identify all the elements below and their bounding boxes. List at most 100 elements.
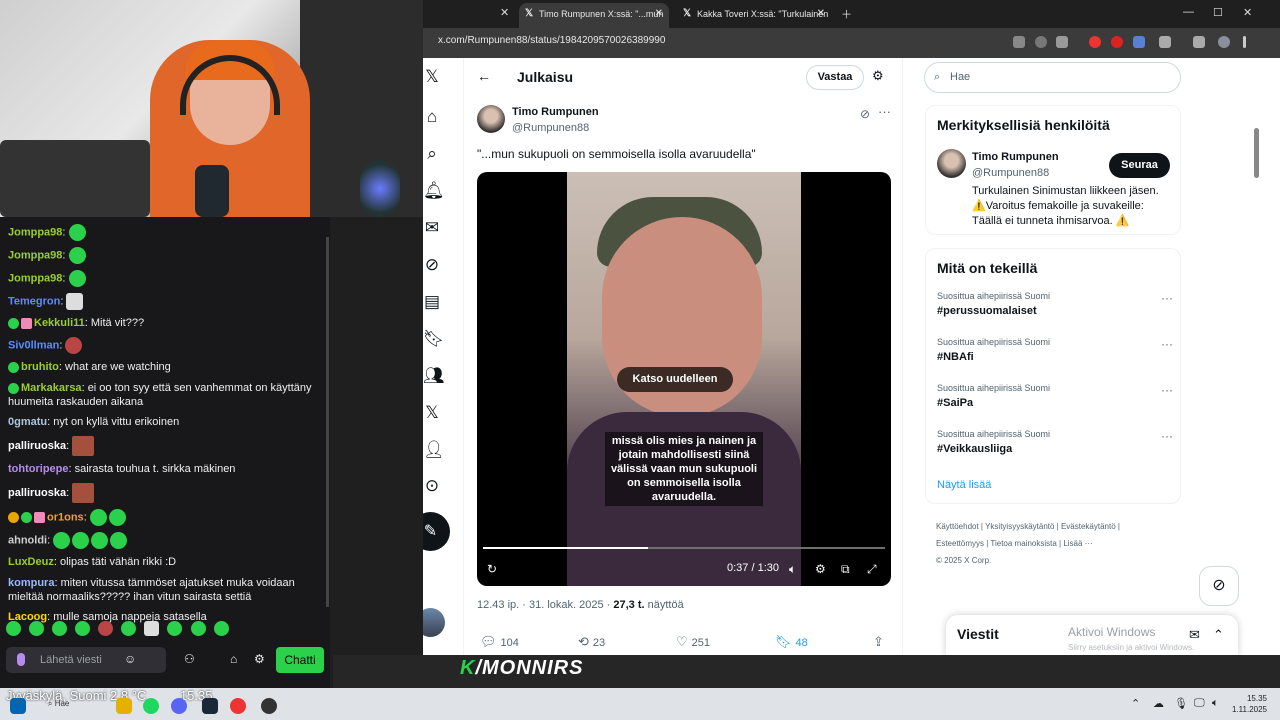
chat-input[interactable]: Lähetä viesti (6, 647, 166, 673)
volume-icon[interactable]: 🔈︎ (1212, 697, 1219, 710)
suggested-handle[interactable]: @Rumpunen88 (972, 167, 1049, 179)
settings-gear-icon[interactable]: ⚙ (815, 562, 826, 576)
chat-username[interactable]: bruhito (21, 361, 59, 373)
tray-app-icon[interactable]: ☁ (1153, 697, 1164, 710)
emote-shortcut[interactable] (190, 621, 206, 636)
bookmark-action[interactable]: 🔖︎ 48 (775, 634, 808, 650)
page-scrollbar[interactable] (1254, 128, 1259, 178)
emote-shortcut[interactable] (52, 621, 68, 636)
profile-icon[interactable]: 👤︎ (423, 441, 445, 459)
expand-icon[interactable]: ⌃ (1213, 627, 1224, 643)
premium-icon[interactable]: 𝕏 (423, 404, 441, 422)
obs-icon[interactable] (261, 698, 277, 714)
chat-settings-icon[interactable]: ⚙ (254, 652, 265, 666)
chat-badge-icon[interactable] (8, 317, 19, 329)
picture-in-picture-icon[interactable]: ⧉ (841, 562, 850, 577)
spotify-icon[interactable] (143, 698, 159, 714)
suggested-name[interactable]: Timo Rumpunen (972, 151, 1059, 163)
emote-shortcut[interactable] (98, 621, 114, 636)
tab-kakka-toveri[interactable]: 𝕏 Kakka Toveri X:ssä: "Turkulainen ✕ (677, 3, 831, 28)
chat-emote[interactable] (72, 532, 90, 549)
lists-icon[interactable]: ▤ (423, 293, 441, 311)
chat-username[interactable]: Kekkuli11 (34, 317, 85, 329)
chat-emote[interactable] (72, 436, 95, 456)
reply-settings-icon[interactable]: ⚙ (872, 68, 884, 84)
emote-shortcut[interactable] (6, 621, 21, 636)
show-more-link[interactable]: Näytä lisää (937, 479, 991, 491)
tab-timo-rumpunen[interactable]: 𝕏 Timo Rumpunen X:ssä: "...mun ✕ (519, 3, 669, 28)
author-handle[interactable]: @Rumpunen88 (512, 122, 589, 134)
author-avatar[interactable] (477, 105, 505, 133)
new-tab-icon[interactable]: ＋ (841, 6, 852, 22)
emote-picker-icon[interactable]: ☺ (124, 652, 136, 666)
cast-icon[interactable] (1013, 36, 1025, 48)
chat-emote[interactable] (68, 270, 86, 287)
share-action[interactable]: ⇪ (873, 634, 888, 650)
trend-item[interactable]: Suosittua aihepiirissä Suomi #perussuomal… (937, 291, 1173, 317)
chat-badge-icon[interactable] (8, 512, 19, 523)
trend-hashtag[interactable]: #Veikkausliiga (937, 443, 1173, 455)
trend-hashtag[interactable]: #NBAfi (937, 351, 1173, 363)
author-name[interactable]: Timo Rumpunen (512, 106, 599, 118)
trend-item[interactable]: Suosittua aihepiirissä Suomi #NBAfi ··· (937, 337, 1173, 363)
profile-avatar-icon[interactable] (1218, 36, 1230, 48)
channel-points-icon[interactable]: ⚇ (184, 652, 195, 666)
chat-emote[interactable] (89, 509, 107, 526)
emote-shortcut[interactable] (29, 621, 45, 636)
tray-mic-icon[interactable]: 🎙︎ (1174, 697, 1188, 710)
grok-fab-button[interactable]: ⊘ (1199, 566, 1239, 606)
chat-badge-icon[interactable] (21, 317, 32, 329)
chat-username[interactable]: LuxDeuz (8, 556, 54, 568)
taskbar-clock[interactable]: 15.35 1.11.2025 (1232, 693, 1267, 715)
minimize-icon[interactable]: — (1183, 6, 1194, 18)
window-close-icon[interactable]: ✕ (1243, 6, 1252, 19)
chat-username[interactable]: palliruoska (8, 487, 66, 499)
chat-username[interactable]: Jomppa98 (8, 226, 62, 238)
more-options-icon[interactable]: ··· (1161, 291, 1173, 305)
more-options-icon[interactable]: ··· (1161, 383, 1173, 397)
chat-scrollbar[interactable] (326, 237, 329, 607)
more-icon[interactable]: ⊙ (423, 477, 441, 495)
extensions-puzzle-icon[interactable] (1159, 36, 1171, 48)
reply-button[interactable]: Vastaa (806, 65, 864, 90)
chat-badge-icon[interactable] (21, 512, 32, 523)
more-options-icon[interactable]: ··· (1161, 337, 1173, 351)
taskbar-search[interactable]: ⌕ Hae (48, 699, 108, 713)
account-avatar[interactable] (423, 608, 445, 637)
emote-shortcut[interactable] (213, 621, 229, 636)
chat-emote[interactable] (68, 224, 86, 241)
url-text[interactable]: x.com/Rumpunen88/status/1984209570026389… (438, 35, 665, 46)
chat-username[interactable]: tohtoripepe (8, 463, 69, 475)
file-explorer-icon[interactable] (116, 698, 132, 714)
address-bar[interactable]: x.com/Rumpunen88/status/1984209570026389… (423, 28, 1280, 58)
microphone-icon[interactable] (17, 653, 25, 666)
x-logo-icon[interactable]: 𝕏 (423, 68, 441, 86)
chat-send-button[interactable]: Chatti (276, 647, 324, 673)
close-icon[interactable]: ✕ (655, 3, 663, 25)
grok-icon[interactable]: ⊘ (423, 256, 441, 274)
chat-emote[interactable] (66, 293, 84, 310)
footer-line[interactable]: Esteettömyys | Tietoa mainoksista | Lisä… (936, 535, 1176, 552)
chat-username[interactable]: ahnoldi (8, 534, 47, 546)
video-progress-bar[interactable] (483, 547, 885, 549)
chat-username[interactable]: 0gmatu (8, 416, 47, 428)
start-icon[interactable] (10, 698, 26, 714)
tray-expand-icon[interactable]: ⌃ (1131, 697, 1140, 710)
reading-list-icon[interactable] (1193, 36, 1205, 48)
emote-shortcut[interactable] (144, 621, 160, 636)
chat-emote[interactable] (53, 532, 71, 549)
bookmark-star-icon[interactable] (1056, 36, 1068, 48)
chat-emote[interactable] (68, 247, 86, 264)
back-arrow-icon[interactable]: ← (477, 68, 491, 84)
store-icon[interactable]: ⌂ (230, 652, 237, 666)
emote-shortcut[interactable] (121, 621, 137, 636)
chat-username[interactable]: Markakarsa (21, 382, 82, 394)
video-player[interactable]: Katso uudelleen missä olis mies ja naine… (477, 172, 891, 586)
browser-menu-icon[interactable] (1243, 36, 1246, 48)
more-options-icon[interactable]: ··· (878, 104, 891, 119)
chat-badge-icon[interactable] (34, 512, 45, 523)
communities-icon[interactable]: 👥︎ (423, 367, 445, 385)
chat-username[interactable]: or1ons (47, 511, 84, 523)
replay-button[interactable]: Katso uudelleen (617, 367, 733, 392)
extension-icon[interactable] (1089, 36, 1101, 48)
